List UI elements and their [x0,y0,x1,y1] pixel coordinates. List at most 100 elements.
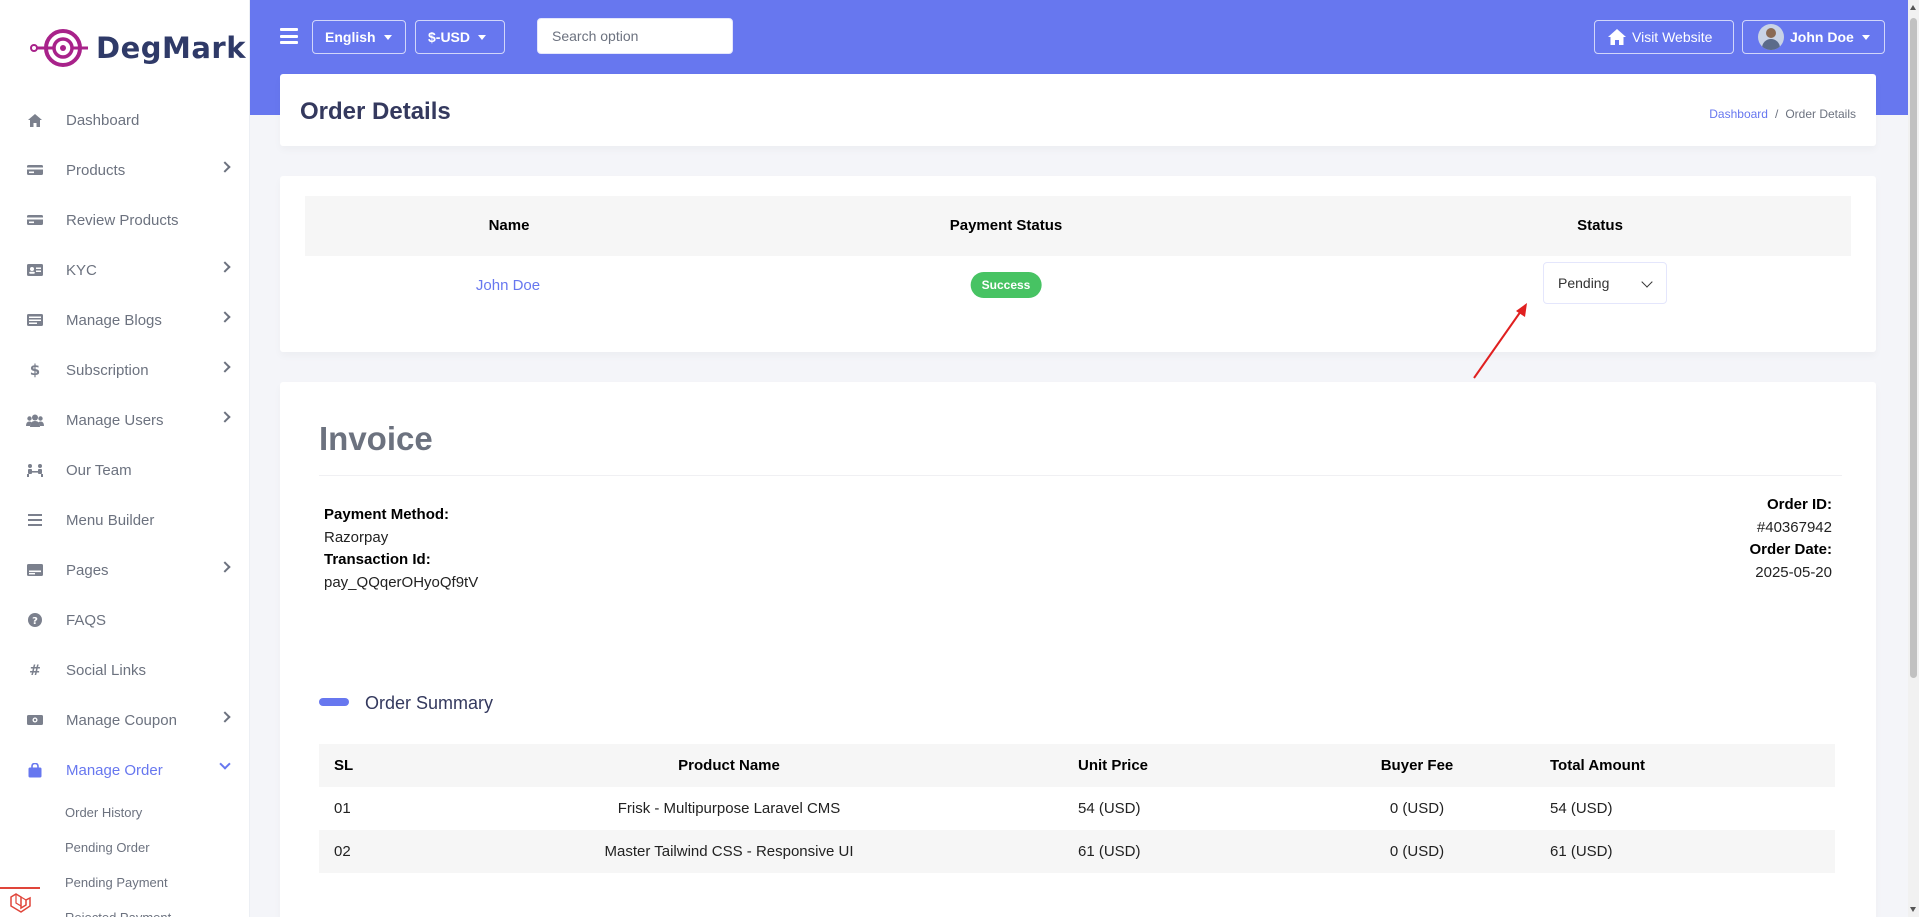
transaction-id-label: Transaction Id: [324,551,431,568]
order-summary-table: SL Product Name Unit Price Buyer Fee Tot… [319,744,1835,873]
column-header-status: Status [1577,217,1623,234]
sidebar-item-faqs[interactable]: ? FAQS [0,595,249,645]
language-dropdown[interactable]: English [312,20,406,54]
order-status-select[interactable]: Pending [1543,262,1667,304]
payment-method-label: Payment Method: [324,506,450,523]
sidebar-item-label: Social Links [66,661,147,679]
sidebar-item-label: KYC [66,261,97,279]
laravel-icon [10,893,31,913]
payment-status-badge: Success [970,272,1042,298]
table-row: 02 Master Tailwind CSS - Responsive UI 6… [319,830,1835,873]
section-accent-bar [319,698,349,706]
table-row: 01 Frisk - Multipurpose Laravel CMS 54 (… [319,787,1835,830]
row-sl: 02 [334,843,351,860]
breadcrumb-separator: / [1774,107,1779,121]
caret-down-icon [478,34,487,40]
row-sl: 01 [334,800,351,817]
avatar [1758,24,1784,50]
sidebar: DegMark Dashboard Products Review Products… [0,0,250,917]
search-input[interactable] [537,18,733,54]
order-id-value: #40367942 [1756,518,1832,536]
menu-toggle-icon[interactable] [280,28,298,44]
breadcrumb-current: Order Details [1785,107,1856,121]
sidebar-item-products[interactable]: Products [0,145,249,195]
scroll-down-arrow-icon[interactable] [1910,907,1916,912]
chevron-right-icon [219,411,231,423]
sidebar-item-pages[interactable]: Pages [0,545,249,595]
submenu-item-pending-order[interactable]: Pending Order [0,830,249,865]
brand-name: DegMark [96,30,247,65]
laravel-debugbar-icon[interactable] [0,887,40,917]
sidebar-item-manage-order[interactable]: Manage Order [0,745,249,795]
currency-label: $-USD [428,29,471,45]
degmark-logo-icon [30,28,88,67]
svg-text:?: ? [32,616,38,627]
id-card-icon [26,261,44,279]
svg-text:$: $ [30,362,40,378]
invoice-card: Invoice Payment Method: Razorpay Transac… [280,382,1876,917]
row-total-amount: 61 (USD) [1550,843,1613,860]
coupon-icon [26,711,44,729]
scrollbar-thumb[interactable] [1910,18,1917,678]
row-unit-price: 61 (USD) [1078,843,1141,860]
chevron-right-icon [219,361,231,373]
order-status-value: Pending [1558,275,1610,291]
chevron-right-icon [219,161,231,173]
user-name: John Doe [1790,29,1854,45]
table-header-row: SL Product Name Unit Price Buyer Fee Tot… [319,744,1835,787]
breadcrumb-dashboard-link[interactable]: Dashboard [1709,107,1768,121]
visit-website-label: Visit Website [1632,29,1713,45]
payment-method-value: Razorpay [324,528,389,546]
sidebar-item-manage-coupon[interactable]: Manage Coupon [0,695,249,745]
column-header-sl: SL [334,757,354,774]
sidebar-item-dashboard[interactable]: Dashboard [0,95,249,145]
sidebar-item-label: Menu Builder [66,511,155,529]
scroll-up-arrow-icon[interactable] [1910,5,1916,10]
sidebar-item-manage-blogs[interactable]: Manage Blogs [0,295,249,345]
sidebar-item-label: Review Products [66,211,179,229]
customer-name-link[interactable]: John Doe [476,277,540,294]
sidebar-item-label: Products [66,161,126,179]
chevron-down-icon [1641,276,1653,288]
chevron-right-icon [219,261,231,273]
sidebar-item-label: Manage Order [66,761,163,779]
order-table-header: Name Payment Status Status [305,196,1851,256]
currency-dropdown[interactable]: $-USD [415,20,505,54]
row-buyer-fee: 0 (USD) [1389,843,1445,860]
row-total-amount: 54 (USD) [1550,800,1613,817]
sidebar-item-manage-users[interactable]: Manage Users [0,395,249,445]
column-header-name: Name [488,217,530,234]
payment-info: Payment Method: Razorpay Transaction Id:… [324,504,478,594]
home-icon [26,111,44,129]
sidebar-item-social-links[interactable]: # Social Links [0,645,249,695]
visit-website-button[interactable]: Visit Website [1594,20,1734,54]
sidebar-item-review-products[interactable]: Review Products [0,195,249,245]
divider [319,475,1842,476]
sidebar-item-our-team[interactable]: Our Team [0,445,249,495]
sidebar-item-kyc[interactable]: KYC [0,245,249,295]
users-icon [26,411,44,429]
column-header-unit-price: Unit Price [1078,757,1149,774]
sidebar-item-subscription[interactable]: $ Subscription [0,345,249,395]
sidebar-item-label: Pages [66,561,109,579]
bars-icon [26,511,44,529]
row-product-name: Frisk - Multipurpose Laravel CMS [617,800,841,817]
chevron-right-icon [219,311,231,323]
sidebar-item-menu-builder[interactable]: Menu Builder [0,495,249,545]
row-product-name: Master Tailwind CSS - Responsive UI [604,843,854,860]
user-menu-dropdown[interactable]: John Doe [1742,20,1885,54]
annotation-arrow-icon [1473,303,1527,379]
submenu-item-order-history[interactable]: Order History [0,795,249,830]
sidebar-item-label: Manage Users [66,411,164,429]
column-header-payment-status: Payment Status [949,217,1063,234]
card-icon [26,211,44,229]
brand-logo[interactable]: DegMark [0,0,249,95]
chevron-right-icon [219,711,231,723]
sidebar-item-label: Manage Blogs [66,311,162,329]
order-meta: Order ID: #40367942 Order Date: 2025-05-… [1749,494,1832,584]
order-date-label: Order Date: [1749,541,1832,558]
dollar-icon: $ [26,361,44,379]
row-unit-price: 54 (USD) [1078,800,1141,817]
order-date-value: 2025-05-20 [1755,563,1832,581]
blog-icon [26,311,44,329]
